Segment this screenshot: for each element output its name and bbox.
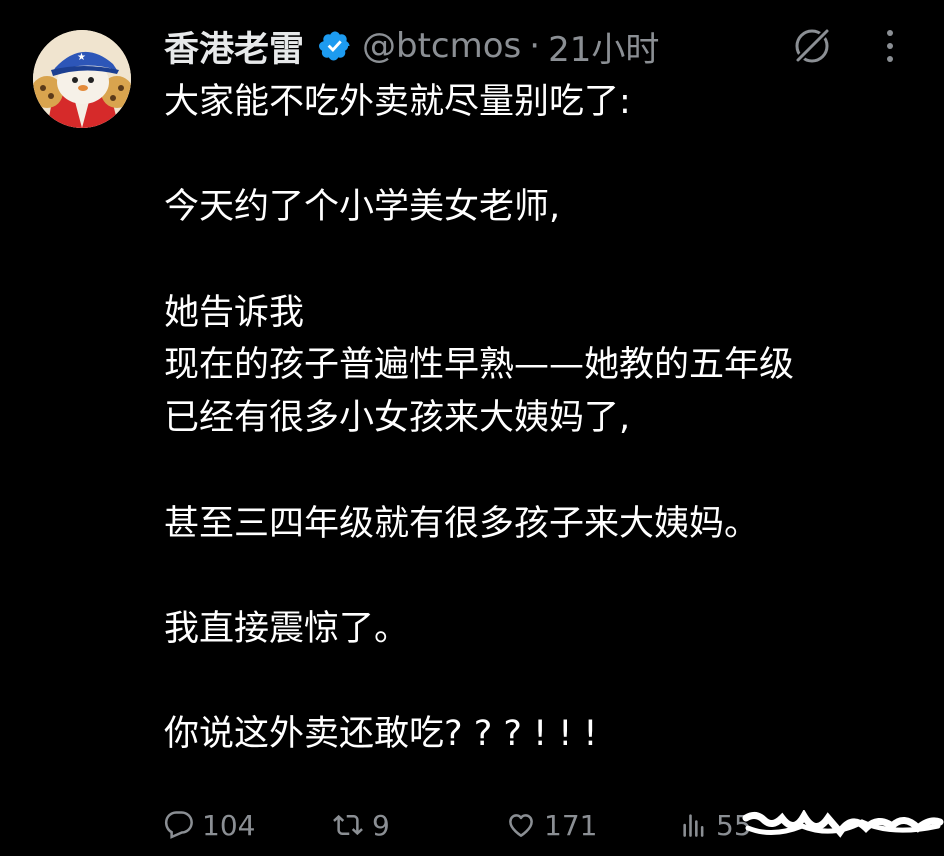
like-button[interactable]: 171 bbox=[506, 800, 597, 850]
tweet-text-line bbox=[164, 129, 924, 182]
tweet-text-line bbox=[164, 550, 924, 603]
views-icon bbox=[683, 814, 704, 837]
tweet-text-line: 现在的孩子普遍性早熟——她教的五年级 bbox=[164, 345, 795, 386]
repost-icon bbox=[333, 814, 363, 836]
heart-icon bbox=[509, 814, 533, 837]
avatar-illustration: ★ bbox=[33, 30, 131, 128]
tweet-text-line: 你说这外卖还敢吃? ? ? ! ! ! bbox=[164, 714, 598, 755]
more-vertical-icon[interactable] bbox=[880, 28, 900, 64]
verified-badge-icon bbox=[318, 29, 352, 63]
tweet-text-line bbox=[164, 234, 924, 287]
tweet-text: 大家能不吃外卖就尽量别吃了: 今天约了个小学美女老师, 她告诉我 现在的孩子普遍… bbox=[164, 76, 924, 761]
post-time[interactable]: 21小时 bbox=[548, 22, 659, 71]
reply-icon bbox=[164, 811, 193, 839]
tweet-text-line: 我直接震惊了。 bbox=[164, 608, 410, 649]
like-count: 171 bbox=[544, 808, 598, 842]
reply-button[interactable]: 104 bbox=[164, 800, 255, 850]
tweet-text-line: 今天约了个小学美女老师, bbox=[164, 187, 561, 228]
user-handle[interactable]: @btcmos bbox=[362, 26, 521, 66]
redaction-scribble bbox=[742, 810, 944, 838]
tweet-text-line: 她告诉我 bbox=[164, 292, 305, 333]
separator-dot: · bbox=[529, 26, 541, 66]
tweet-header: 香港老雷 @btcmos · 21小时 bbox=[164, 20, 659, 72]
tweet-text-line: 大家能不吃外卖就尽量别吃了: bbox=[164, 82, 631, 122]
views-button[interactable]: 55 bbox=[680, 800, 752, 850]
tweet-text-line: 已经有很多小女孩来大姨妈了, bbox=[164, 398, 631, 439]
repost-count: 9 bbox=[372, 808, 390, 842]
tweet-text-line bbox=[164, 656, 924, 709]
repost-button[interactable]: 9 bbox=[332, 800, 390, 850]
svg-text:★: ★ bbox=[77, 52, 86, 63]
tweet-text-line: 甚至三四年级就有很多孩子来大姨妈。 bbox=[164, 503, 760, 544]
tweet[interactable]: ★ 香港老雷 @btcmos · 21小时 大家能不吃外卖就尽量别吃了: 今天约… bbox=[0, 0, 944, 856]
tweet-text-line bbox=[164, 445, 924, 498]
grok-icon[interactable] bbox=[790, 24, 834, 68]
avatar[interactable]: ★ bbox=[33, 30, 131, 128]
reply-count: 104 bbox=[202, 808, 256, 842]
display-name[interactable]: 香港老雷 bbox=[164, 21, 304, 72]
action-bar: 104 9 171 55 bbox=[164, 800, 944, 850]
